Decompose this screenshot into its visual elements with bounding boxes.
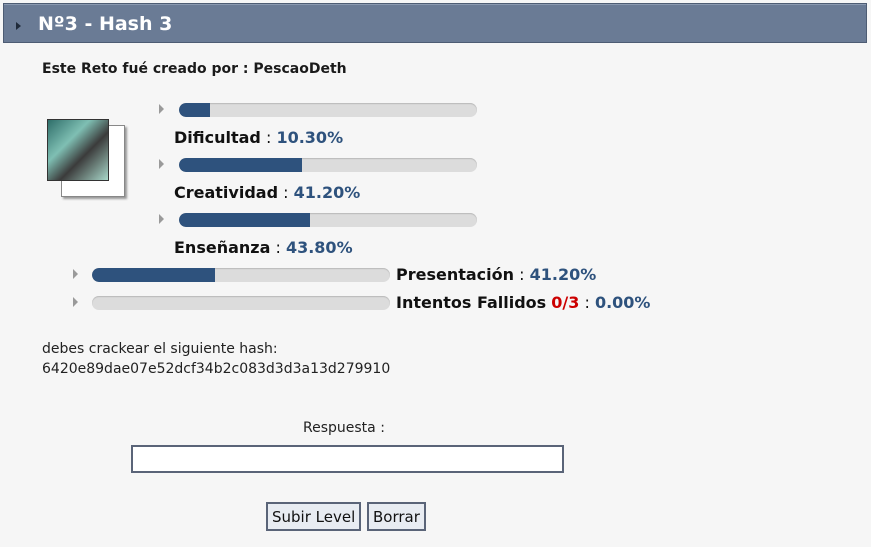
failed-attempts-bar	[92, 296, 390, 310]
answer-label: Respuesta :	[303, 420, 385, 436]
submit-level-button[interactable]: Subir Level	[266, 502, 362, 531]
presentation-bar	[92, 268, 390, 282]
stat-name: Presentación	[396, 265, 515, 284]
creativity-label: Creatividad : 41.20%	[174, 183, 361, 202]
teaching-bar-fill	[179, 213, 310, 227]
stat-value: 10.30%	[276, 128, 344, 147]
bullet-triangle-icon	[159, 214, 164, 224]
hash-value: 6420e89dae07e52dcf34b2c083d3d3a13d279910	[42, 361, 391, 377]
difficulty-bar-fill	[179, 103, 210, 117]
creativity-bar-fill	[179, 158, 302, 172]
teaching-label: Enseñanza : 43.80%	[174, 238, 353, 257]
teaching-bar	[179, 213, 477, 227]
stat-name: Creatividad	[174, 183, 279, 202]
difficulty-label: Dificultad : 10.30%	[174, 128, 344, 147]
bullet-triangle-icon	[159, 159, 164, 169]
stat-name: Intentos Fallidos	[396, 293, 547, 312]
stat-value: 41.20%	[293, 183, 361, 202]
challenge-thumbnail	[47, 119, 109, 181]
creator-text: Este Reto fué creado por : PescaoDeth	[42, 61, 347, 77]
answer-input[interactable]	[131, 445, 564, 473]
triangle-right-icon	[16, 22, 21, 30]
instructions-text: debes crackear el siguiente hash:	[42, 341, 278, 357]
failed-attempts-label: Intentos Fallidos 0/3 : 0.00%	[396, 293, 651, 312]
bullet-triangle-icon	[73, 297, 78, 307]
challenge-header: Nº3 - Hash 3	[3, 3, 867, 43]
stat-value: 43.80%	[285, 238, 353, 257]
stat-name: Enseñanza	[174, 238, 271, 257]
bullet-triangle-icon	[159, 104, 164, 114]
stat-name: Dificultad	[174, 128, 261, 147]
presentation-bar-fill	[92, 268, 215, 282]
creativity-bar	[179, 158, 477, 172]
challenge-title: Nº3 - Hash 3	[38, 13, 173, 35]
attempts-count: 0/3	[551, 293, 580, 312]
reset-button[interactable]: Borrar	[367, 502, 426, 531]
stat-value: 41.20%	[529, 265, 597, 284]
difficulty-bar	[179, 103, 477, 117]
bullet-triangle-icon	[73, 269, 78, 279]
challenge-image	[47, 119, 125, 197]
stat-value: 0.00%	[594, 293, 651, 312]
presentation-label: Presentación : 41.20%	[396, 265, 597, 284]
